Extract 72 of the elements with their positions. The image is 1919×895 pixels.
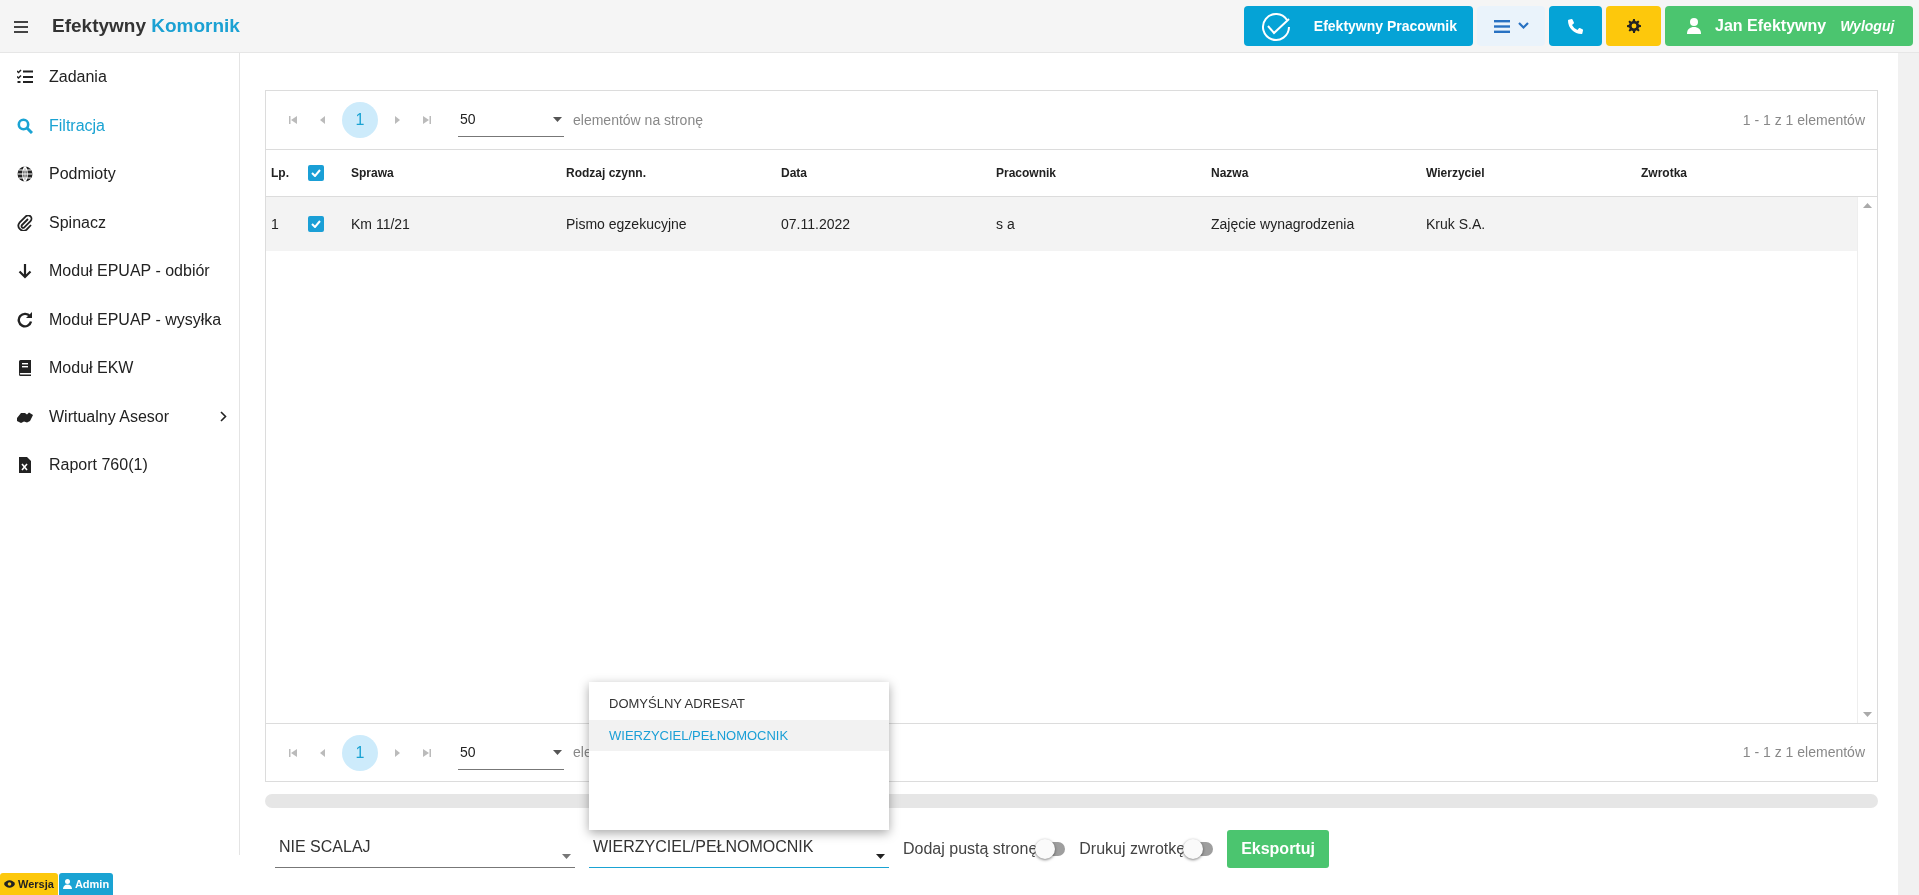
sidebar-item[interactable]: Wirtualny Asesor bbox=[0, 392, 239, 441]
paperclip-icon bbox=[17, 214, 33, 231]
last-page-icon bbox=[423, 116, 431, 124]
sidebar-item[interactable]: Podmioty bbox=[0, 150, 239, 199]
table-row[interactable]: 1 Km 11/21 Pismo egzekucyjne 07.11.2022 s a Zajęcie wynagrodzenia Kruk S.A. bbox=[266, 197, 1857, 251]
first-page-icon bbox=[289, 116, 297, 124]
checkbox[interactable] bbox=[308, 165, 324, 181]
scroll-up-icon bbox=[1863, 203, 1872, 208]
table-cell-text: Pismo egzekucyjne bbox=[566, 214, 688, 234]
phone-icon bbox=[1567, 18, 1584, 34]
page-scrollbar[interactable] bbox=[1898, 53, 1919, 895]
checkbox[interactable] bbox=[308, 216, 324, 232]
next-page-icon bbox=[393, 116, 401, 124]
previous-page-icon bbox=[319, 748, 327, 757]
toggle-label: Drukuj zwrotkę bbox=[1079, 839, 1186, 859]
sidebar-item[interactable]: Moduł EPUAP - odbiór bbox=[0, 247, 239, 296]
dropdown-caret-icon bbox=[876, 854, 885, 859]
version-badge[interactable]: Wersja bbox=[0, 872, 58, 895]
column-header[interactable]: Zwrotka bbox=[1641, 164, 1856, 182]
column-header[interactable]: Sprawa bbox=[351, 164, 566, 182]
checkmark-circle-icon bbox=[1259, 10, 1292, 42]
last-page-icon bbox=[423, 748, 431, 757]
excel-file-icon bbox=[17, 457, 33, 474]
table-cell-text: 1 bbox=[270, 214, 280, 234]
table-cell-text: Km 11/21 bbox=[351, 214, 411, 234]
settings-button[interactable] bbox=[1606, 6, 1661, 46]
arrow-down-icon bbox=[17, 263, 33, 280]
column-header[interactable]: Rodzaj czynn. bbox=[566, 164, 781, 182]
pagination-summary: 1 - 1 z 1 elementów bbox=[1742, 743, 1865, 762]
dropdown-caret-icon bbox=[553, 117, 562, 122]
sidebar-item[interactable]: Moduł EKW bbox=[0, 344, 239, 393]
pagination-summary: 1 - 1 z 1 elementów bbox=[1742, 110, 1865, 130]
sidebar-item[interactable]: Zadania bbox=[0, 53, 239, 102]
sidebar-item[interactable]: Raport 760(1) bbox=[0, 441, 239, 490]
checklist-icon bbox=[17, 69, 33, 86]
menu-icon bbox=[1493, 19, 1510, 33]
sidebar-item[interactable]: Moduł EPUAP - wysyłka bbox=[0, 295, 239, 344]
table-cell-text: s a bbox=[996, 214, 1016, 234]
eye-icon bbox=[4, 879, 15, 888]
app-title: Efektywny Komornik bbox=[52, 13, 240, 38]
search-icon bbox=[17, 117, 33, 134]
page-size-select[interactable]: 50 bbox=[458, 735, 564, 770]
dropdown-caret-icon bbox=[553, 749, 562, 755]
column-header[interactable]: Wierzyciel bbox=[1426, 164, 1641, 182]
first-page-icon bbox=[289, 748, 297, 757]
check-icon bbox=[311, 220, 321, 228]
next-page-icon bbox=[393, 748, 401, 757]
menu-dropdown-button[interactable] bbox=[1477, 6, 1545, 46]
caret-icon bbox=[1517, 22, 1529, 30]
check-icon bbox=[311, 169, 321, 177]
settings-icon bbox=[1626, 19, 1641, 33]
table-cell-text: 07.11.2022 bbox=[781, 214, 852, 234]
toggle-label: Dodaj pustą stronę bbox=[903, 839, 1038, 859]
globe-icon bbox=[17, 166, 33, 183]
page-size-select[interactable]: 50 bbox=[458, 103, 564, 137]
previous-page-icon bbox=[319, 116, 327, 124]
book-icon bbox=[17, 360, 33, 377]
user-icon bbox=[62, 878, 72, 889]
table-cell-text: Zajęcie wynagrodzenia bbox=[1211, 214, 1356, 234]
column-header[interactable]: Pracownik bbox=[996, 164, 1211, 182]
table-cell-text: Kruk S.A. bbox=[1426, 214, 1487, 234]
user-icon bbox=[1687, 18, 1701, 34]
column-header[interactable]: Data bbox=[781, 164, 996, 182]
refresh-icon bbox=[17, 311, 33, 328]
dropdown-option[interactable]: DOMYŚLNY ADRESAT bbox=[589, 688, 889, 720]
merge-select[interactable]: NIE SCALAJ bbox=[275, 830, 575, 868]
scroll-down-icon bbox=[1863, 712, 1872, 717]
column-header[interactable]: Nazwa bbox=[1211, 164, 1426, 182]
sidebar-item[interactable]: Spinacz bbox=[0, 198, 239, 247]
dropdown-caret-icon bbox=[562, 854, 571, 859]
column-header[interactable]: Lp. bbox=[266, 164, 308, 182]
page-size-label: elementów na stronę bbox=[573, 110, 703, 130]
